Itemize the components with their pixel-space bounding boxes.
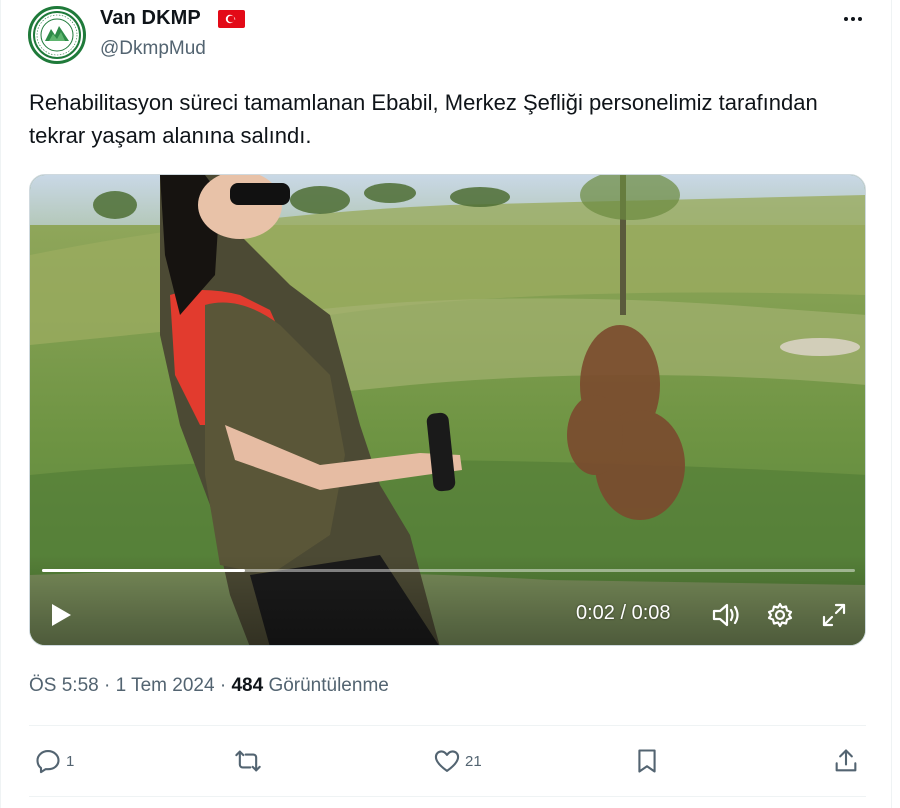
- ellipsis-icon: [844, 17, 862, 21]
- volume-icon: [712, 603, 739, 627]
- reply-count: 1: [66, 752, 75, 770]
- views-count: 484: [231, 675, 264, 696]
- play-icon: [52, 604, 71, 626]
- card-right-border: [891, 0, 892, 808]
- settings-gear-icon: [767, 602, 793, 628]
- fullscreen-icon: [822, 603, 846, 627]
- views-label: Görüntülenme: [268, 675, 389, 696]
- tweet-date[interactable]: 1 Tem 2024: [116, 675, 215, 696]
- video-player[interactable]: 0:02 / 0:08: [29, 174, 866, 646]
- turkey-flag-icon: [218, 10, 245, 28]
- tweet-text: Rehabilitasyon süreci tamamlanan Ebabil,…: [29, 90, 818, 148]
- tweet-meta: ÖS 5:58 · 1 Tem 2024 · 484 Görüntülenme: [29, 675, 389, 697]
- divider-bottom: [29, 796, 866, 797]
- play-button[interactable]: [46, 599, 76, 631]
- video-progress-fill: [42, 569, 246, 572]
- video-progress-bar[interactable]: [42, 569, 855, 572]
- volume-button[interactable]: [710, 599, 742, 631]
- fullscreen-button[interactable]: [818, 599, 850, 631]
- bookmark-icon: [638, 749, 656, 773]
- like-count: 21: [465, 752, 482, 770]
- retweet-button[interactable]: [234, 742, 266, 780]
- like-icon: [434, 750, 460, 772]
- retweet-icon: [235, 750, 261, 772]
- like-button[interactable]: 21: [433, 742, 482, 780]
- bookmark-button[interactable]: [633, 742, 661, 780]
- divider-top: [29, 725, 866, 726]
- author-handle[interactable]: @DkmpMud: [100, 38, 206, 60]
- more-options-button[interactable]: [838, 4, 868, 34]
- video-time: 0:02 / 0:08: [576, 602, 671, 624]
- reply-button[interactable]: 1: [34, 742, 74, 780]
- author-avatar[interactable]: [28, 6, 86, 64]
- share-icon: [835, 749, 857, 772]
- meta-separator: ·: [219, 675, 227, 696]
- meta-separator: ·: [104, 675, 111, 696]
- card-left-border: [0, 0, 1, 808]
- tweet-card: Van DKMP @DkmpMud Rehabilitasyon süreci …: [0, 0, 900, 808]
- author-name[interactable]: Van DKMP: [100, 7, 201, 30]
- share-button[interactable]: [832, 742, 860, 780]
- reply-icon: [36, 750, 60, 774]
- tweet-time[interactable]: ÖS 5:58: [29, 675, 99, 696]
- settings-button[interactable]: [764, 599, 796, 631]
- dkmp-emblem-icon: [33, 11, 81, 59]
